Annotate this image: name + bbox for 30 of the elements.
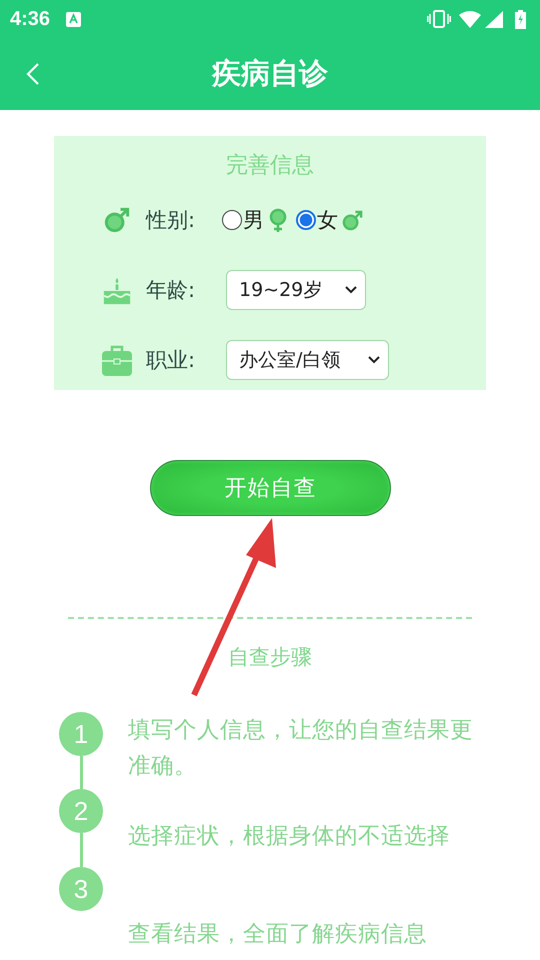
notification-icon	[66, 12, 82, 26]
step-text: 选择症状，根据身体的不适选择	[128, 822, 451, 851]
step-text: 查看结果，全面了解疾病信息	[128, 920, 428, 949]
back-icon	[26, 62, 40, 86]
briefcase-icon	[102, 344, 132, 376]
chevron-icon	[345, 286, 357, 294]
age-label: 年龄:	[146, 277, 196, 304]
gender-radio[interactable]: 男	[222, 206, 264, 234]
step-text: 填写个人信息，让您的自查结果更准确。	[128, 716, 473, 781]
job-label: 职业:	[146, 347, 196, 374]
card-title: 完善信息	[225, 152, 315, 180]
signal-icon	[485, 10, 503, 28]
step-number: 3	[59, 867, 103, 911]
gender-radio[interactable]: 女	[296, 206, 338, 234]
vibrate-icon	[427, 10, 451, 28]
status-time: 4:36	[10, 8, 50, 30]
male-icon	[342, 210, 363, 230]
age-select[interactable]: 19~29岁	[226, 270, 366, 310]
gender-label: 性别:	[146, 207, 196, 234]
job-select[interactable]: 办公室/白领	[226, 340, 389, 380]
wifi-icon	[459, 10, 481, 28]
step-number: 2	[59, 789, 103, 833]
gender-icon	[104, 207, 130, 233]
female-icon	[268, 208, 288, 232]
battery-icon	[515, 10, 526, 28]
step-number: 1	[59, 712, 103, 756]
steps-title: 自查步骤	[227, 644, 313, 671]
page-title: 疾病自诊	[212, 55, 328, 92]
chevron-icon	[368, 356, 380, 364]
cake-icon	[102, 275, 132, 305]
